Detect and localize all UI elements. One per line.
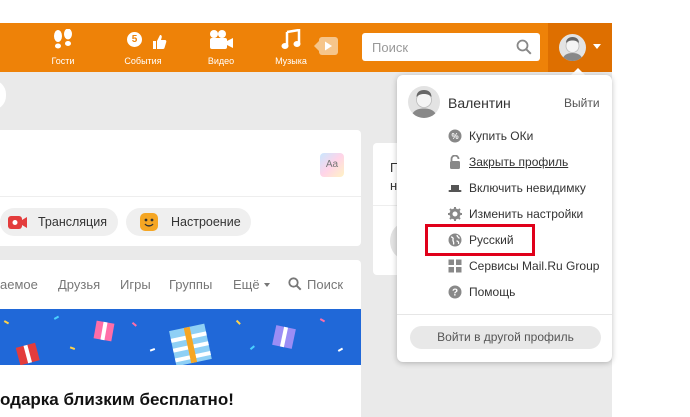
- menu-item-label: Закрыть профиль: [469, 155, 569, 169]
- mood-label: Настроение: [171, 215, 241, 229]
- menu-item-buy-ok[interactable]: % Купить ОКи: [448, 127, 608, 145]
- search-box[interactable]: [362, 33, 540, 61]
- menu-item-label: Изменить настройки: [469, 207, 584, 221]
- smiley-icon: [140, 213, 158, 231]
- language-highlight-box: [425, 224, 535, 256]
- svg-text:?: ?: [452, 288, 458, 299]
- tab-games[interactable]: Игры: [120, 277, 151, 292]
- promo-title: одарка близким бесплатно!: [0, 390, 234, 409]
- composer-divider: [0, 196, 361, 197]
- gear-icon: [448, 207, 462, 221]
- menu-item-label: Включить невидимку: [469, 181, 586, 195]
- search-icon[interactable]: [516, 39, 532, 55]
- avatar-face-icon: [562, 37, 583, 61]
- nav-events[interactable]: 5 События: [118, 23, 168, 72]
- tab-search-icon: [288, 277, 302, 291]
- switch-profile-button[interactable]: Войти в другой профиль: [410, 326, 601, 349]
- tab-feed[interactable]: аемое: [0, 277, 38, 292]
- nav-events-label: События: [124, 56, 162, 66]
- help-icon: ?: [448, 285, 462, 299]
- menu-item-settings[interactable]: Изменить настройки: [448, 205, 608, 223]
- menu-item-label: Помощь: [469, 285, 516, 299]
- camera-icon: [8, 216, 27, 229]
- chevron-down-icon[interactable]: [593, 44, 601, 49]
- logout-link[interactable]: Выйти: [564, 96, 600, 110]
- mood-button[interactable]: Настроение: [126, 208, 251, 236]
- nav-video[interactable]: Видео: [202, 23, 240, 72]
- tab-more[interactable]: Ещё: [233, 277, 260, 292]
- browser-top-area: [0, 0, 690, 23]
- nav-guests[interactable]: Гости: [44, 23, 82, 72]
- music-note-icon: [281, 29, 301, 49]
- footprints-icon: [54, 29, 72, 49]
- avatar-face-icon: [411, 90, 437, 118]
- tab-more-caret-icon: [264, 283, 270, 287]
- broadcast-button[interactable]: Трансляция: [0, 208, 118, 236]
- nav-music[interactable]: Музыка: [271, 23, 311, 72]
- user-avatar[interactable]: [559, 34, 586, 61]
- search-input[interactable]: [372, 39, 512, 55]
- lock-icon: [450, 155, 460, 169]
- menu-item-invisible[interactable]: Включить невидимку: [448, 179, 608, 197]
- nav-music-label: Музыка: [275, 56, 307, 66]
- hat-icon: [448, 185, 462, 192]
- svg-text:%: %: [451, 132, 458, 141]
- play-icon[interactable]: [314, 36, 338, 56]
- broadcast-label: Трансляция: [38, 215, 107, 229]
- video-camera-icon: [210, 30, 233, 49]
- gift-promo-banner[interactable]: [0, 309, 361, 365]
- coin-icon: %: [448, 129, 462, 143]
- dropdown-avatar[interactable]: [408, 86, 440, 118]
- thumbs-up-icon: [153, 35, 167, 49]
- menu-item-label: Сервисы Mail.Ru Group: [469, 259, 600, 273]
- tab-search[interactable]: Поиск: [307, 277, 343, 292]
- events-count-badge: 5: [127, 32, 142, 47]
- nav-guests-label: Гости: [51, 56, 75, 66]
- tab-friends[interactable]: Друзья: [58, 277, 100, 292]
- left-edge-control[interactable]: [0, 80, 6, 110]
- menu-item-help[interactable]: ? Помощь: [448, 283, 608, 301]
- grid-icon: [448, 259, 462, 273]
- menu-item-label: Купить ОКи: [469, 129, 534, 143]
- nav-video-label: Видео: [207, 56, 235, 66]
- menu-item-mailru-services[interactable]: Сервисы Mail.Ru Group: [448, 257, 608, 275]
- menu-item-close-profile[interactable]: Закрыть профиль: [448, 153, 608, 171]
- gift-decoration-icon: [3, 315, 344, 365]
- page-right-margin: [612, 23, 690, 417]
- dropdown-divider: [397, 314, 612, 315]
- tab-groups[interactable]: Группы: [169, 277, 212, 292]
- text-style-button[interactable]: Aa: [320, 153, 344, 177]
- dropdown-user-name[interactable]: Валентин: [448, 95, 511, 111]
